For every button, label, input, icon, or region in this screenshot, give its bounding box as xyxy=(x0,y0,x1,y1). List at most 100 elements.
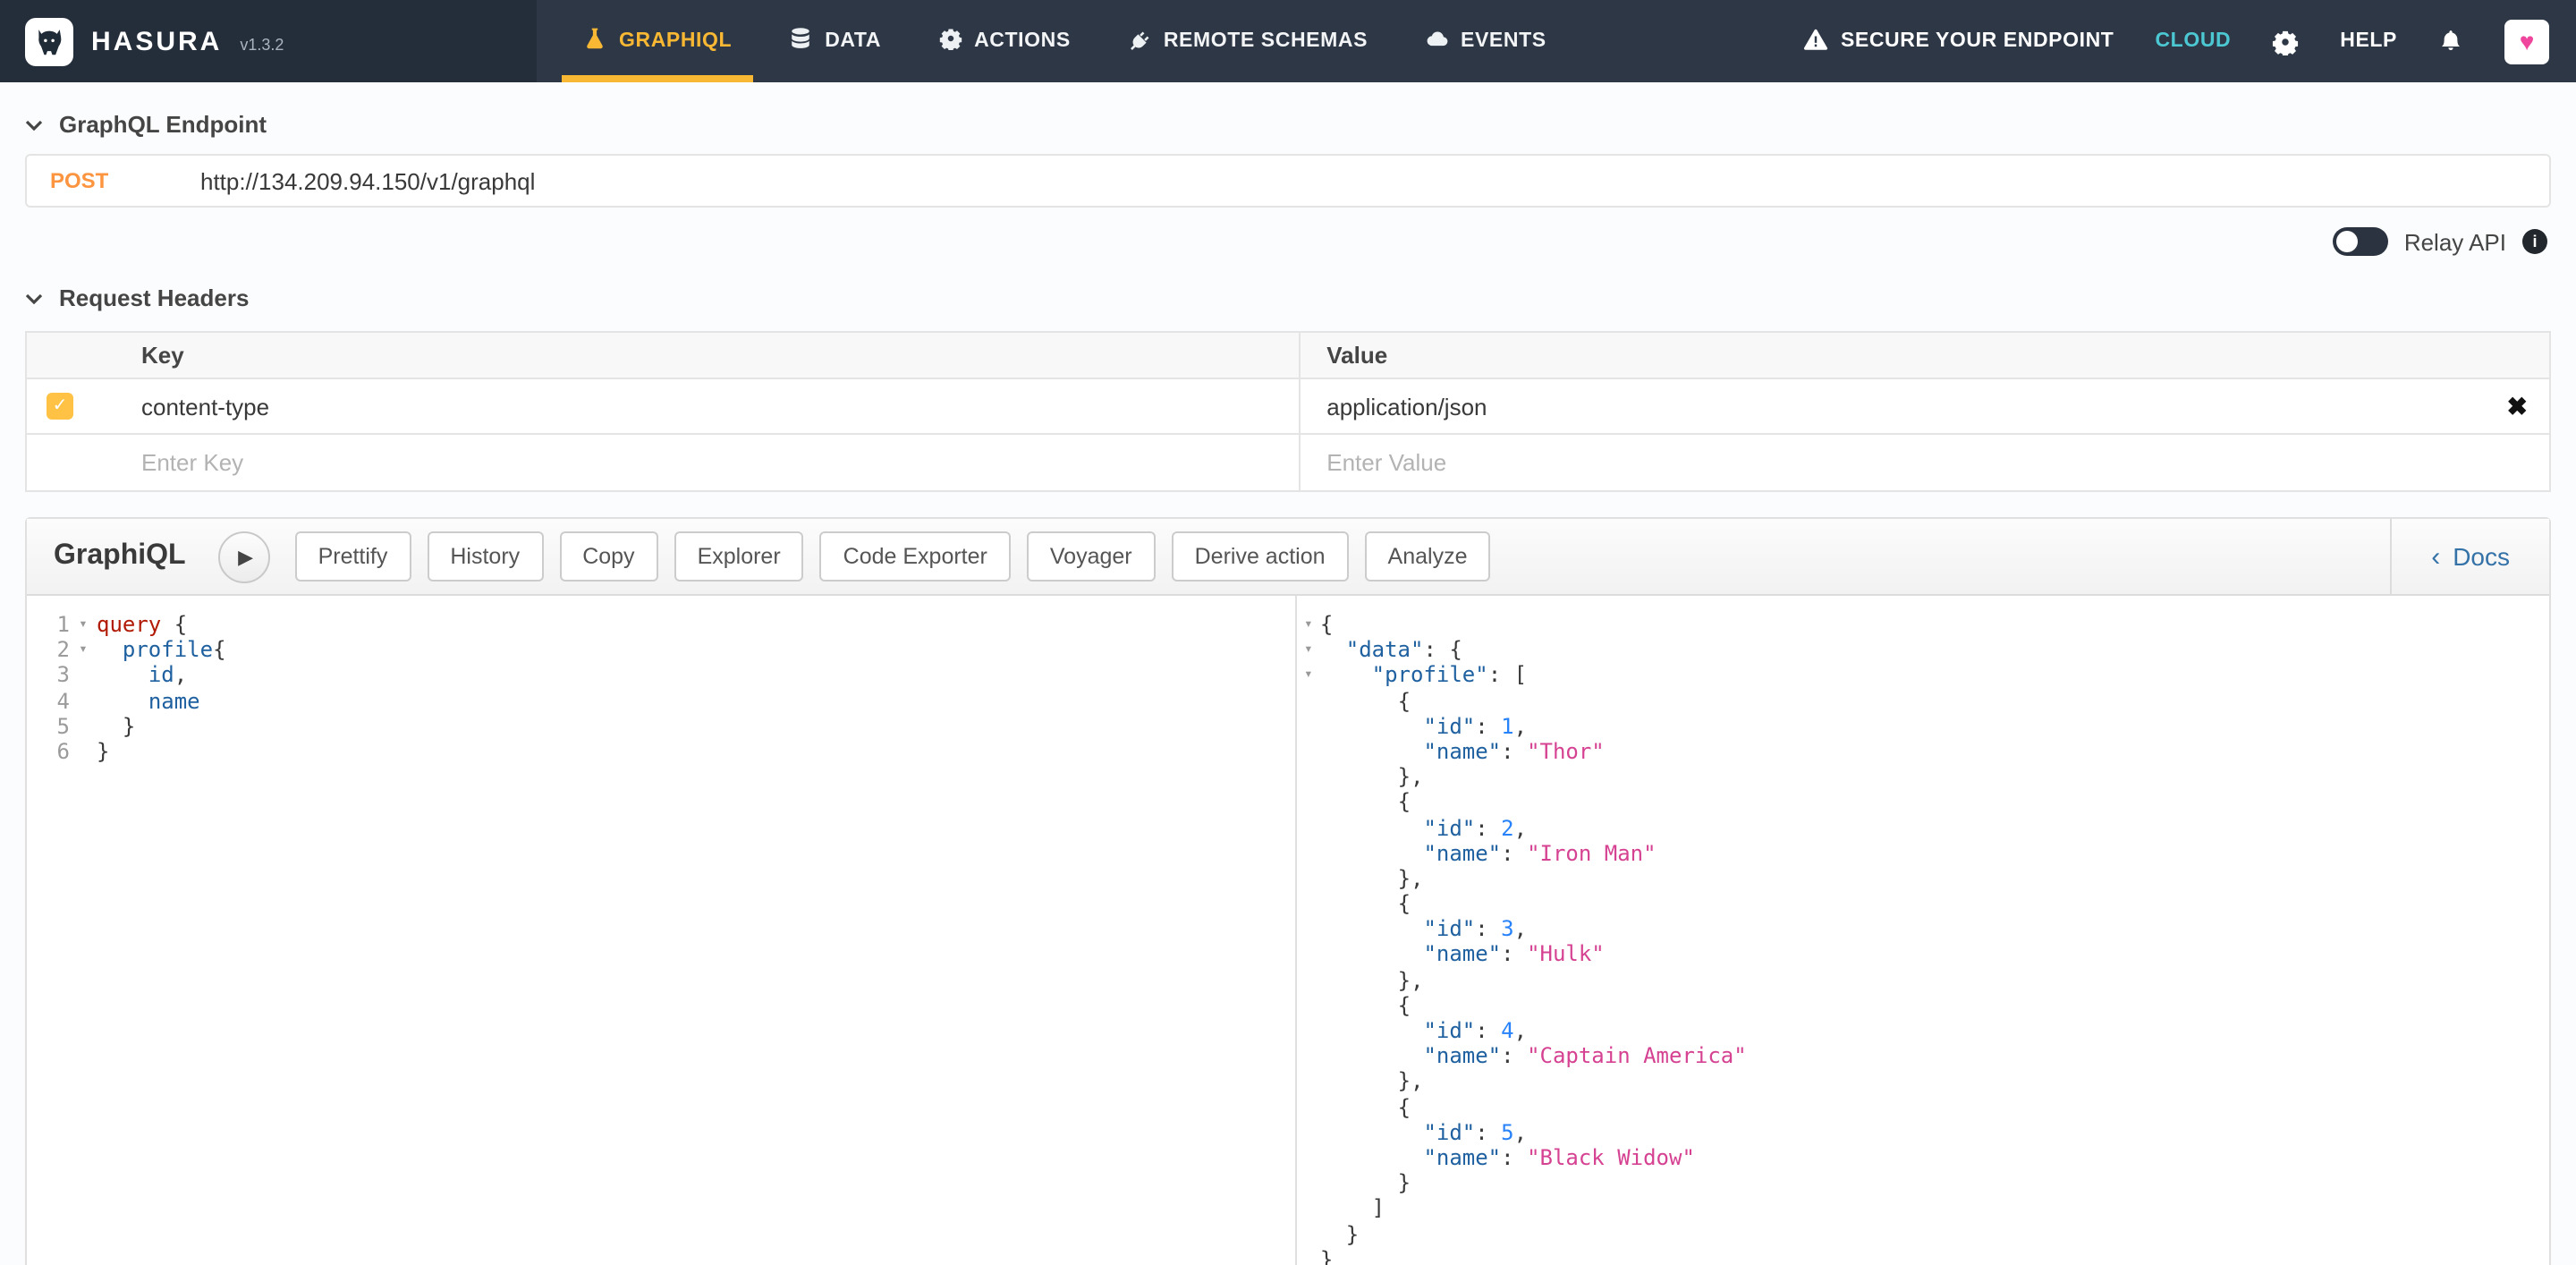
notifications-button[interactable] xyxy=(2438,29,2463,54)
info-icon[interactable]: i xyxy=(2522,229,2547,254)
fold-spacer xyxy=(1297,764,1320,789)
relay-api-toggle[interactable] xyxy=(2333,227,2388,256)
fold-spacer xyxy=(1297,714,1320,739)
nav-item-label: EVENTS xyxy=(1461,30,1546,52)
value-column-label: Value xyxy=(1326,342,1387,369)
fold-spacer xyxy=(1297,790,1320,815)
query-editor-lines: 1▾query {2▾ profile{3 id,4 name5 }6} xyxy=(27,612,1295,764)
fold-arrow-icon[interactable]: ▾ xyxy=(70,612,97,637)
header-key-input[interactable] xyxy=(141,393,1031,420)
key-cell xyxy=(27,435,1298,490)
result-line: }, xyxy=(1297,1069,2549,1094)
remove-header-button[interactable]: ✖ xyxy=(2507,394,2528,419)
result-line: "name": "Captain America" xyxy=(1297,1043,2549,1068)
value-column-header: Value xyxy=(1298,333,2549,378)
header-row-content-type: ✓ ✖ xyxy=(27,379,2549,435)
nav-item-label: GRAPHIQL xyxy=(619,30,732,52)
fold-arrow-icon[interactable]: ▾ xyxy=(70,637,97,662)
query-line: 5 } xyxy=(27,714,1295,739)
nav-item-graphiql[interactable]: GRAPHIQL xyxy=(562,0,753,82)
hasura-logo-icon xyxy=(25,17,73,65)
nav-item-label: ACTIONS xyxy=(974,30,1071,52)
query-line: 4 name xyxy=(27,688,1295,713)
gears-icon xyxy=(938,27,962,55)
result-line: "name": "Thor" xyxy=(1297,739,2549,764)
relay-api-row: Relay API i xyxy=(29,227,2547,256)
fold-spacer xyxy=(1297,993,1320,1018)
toolbar-button-explorer[interactable]: Explorer xyxy=(674,531,804,582)
toolbar-button-code-exporter[interactable]: Code Exporter xyxy=(820,531,1011,582)
love-button[interactable]: ♥ xyxy=(2504,19,2549,64)
fold-spacer xyxy=(70,714,97,739)
chevron-down-icon xyxy=(25,293,43,303)
table-header-row: Key Value xyxy=(27,333,2549,379)
nav-item-events[interactable]: EVENTS xyxy=(1403,0,1568,82)
result-line: "name": "Black Widow" xyxy=(1297,1145,2549,1170)
line-number: 4 xyxy=(27,688,70,713)
nav-item-remote-schemas[interactable]: REMOTE SCHEMAS xyxy=(1106,0,1389,82)
new-header-value-input[interactable] xyxy=(1326,449,2182,476)
headers-section-toggle[interactable]: Request Headers xyxy=(25,284,2551,311)
docs-label: Docs xyxy=(2453,542,2510,571)
fold-spacer xyxy=(1297,1196,1320,1221)
fold-spacer xyxy=(1297,1170,1320,1195)
query-line: 1▾query { xyxy=(27,612,1295,637)
fold-arrow-icon[interactable]: ▾ xyxy=(1297,637,1320,662)
settings-button[interactable] xyxy=(2272,28,2299,55)
secure-endpoint-label: SECURE YOUR ENDPOINT xyxy=(1841,30,2114,52)
result-line: ] xyxy=(1297,1196,2549,1221)
brand[interactable]: HASURA v1.3.2 xyxy=(0,0,537,82)
fold-arrow-icon[interactable]: ▾ xyxy=(1297,612,1320,637)
toolbar-button-history[interactable]: History xyxy=(427,531,543,582)
toolbar-button-derive-action[interactable]: Derive action xyxy=(1172,531,1349,582)
fold-spacer xyxy=(70,688,97,713)
key-column-header: Key xyxy=(27,333,1298,378)
docs-toggle[interactable]: ‹ Docs xyxy=(2390,519,2549,594)
result-line: }, xyxy=(1297,967,2549,992)
line-number: 5 xyxy=(27,714,70,739)
result-line: "id": 4, xyxy=(1297,1018,2549,1043)
result-line: "name": "Iron Man" xyxy=(1297,840,2549,865)
graphiql-panel: GraphiQL ▶ PrettifyHistoryCopyExplorerCo… xyxy=(25,517,2551,1265)
fold-spacer xyxy=(1297,866,1320,891)
nav-item-data[interactable]: DATA xyxy=(767,0,902,82)
main-nav: GRAPHIQL DATA ACTIONS REMOTE SCHEMAS EVE… xyxy=(555,0,1575,82)
toolbar-button-analyze[interactable]: Analyze xyxy=(1365,531,1491,582)
fold-spacer xyxy=(1297,942,1320,967)
endpoint-section-toggle[interactable]: GraphQL Endpoint xyxy=(25,111,2551,138)
fold-arrow-icon[interactable]: ▾ xyxy=(1297,663,1320,688)
new-header-key-input[interactable] xyxy=(141,449,1031,476)
gear-icon xyxy=(2272,28,2299,55)
toolbar-button-copy[interactable]: Copy xyxy=(559,531,657,582)
header-enabled-checkbox[interactable]: ✓ xyxy=(47,393,73,420)
heart-icon: ♥ xyxy=(2520,29,2535,54)
line-number: 1 xyxy=(27,612,70,637)
query-editor[interactable]: 1▾query {2▾ profile{3 id,4 name5 }6} xyxy=(27,596,1297,1265)
headers-section-title: Request Headers xyxy=(59,284,249,311)
line-number: 2 xyxy=(27,637,70,662)
fold-spacer xyxy=(1297,1145,1320,1170)
result-line: "name": "Hulk" xyxy=(1297,942,2549,967)
line-number: 3 xyxy=(27,663,70,688)
result-line: { xyxy=(1297,688,2549,713)
query-line: 3 id, xyxy=(27,663,1295,688)
toolbar-button-voyager[interactable]: Voyager xyxy=(1027,531,1156,582)
fold-spacer xyxy=(1297,739,1320,764)
top-navbar: HASURA v1.3.2 GRAPHIQL DATA ACTIONS REMO… xyxy=(0,0,2576,82)
toolbar-button-prettify[interactable]: Prettify xyxy=(295,531,411,582)
result-line: ▾{ xyxy=(1297,612,2549,637)
execute-query-button[interactable]: ▶ xyxy=(218,531,270,582)
main-content: GraphQL Endpoint POST http://134.209.94.… xyxy=(0,111,2576,1265)
secure-endpoint-link[interactable]: SECURE YOUR ENDPOINT xyxy=(1803,26,2114,56)
help-link[interactable]: HELP xyxy=(2340,30,2397,52)
play-icon: ▶ xyxy=(238,545,253,568)
brand-name: HASURA xyxy=(91,26,222,56)
chevron-down-icon xyxy=(25,119,43,130)
database-icon xyxy=(789,27,812,55)
flask-icon xyxy=(583,27,606,55)
header-value-input[interactable] xyxy=(1326,393,2182,420)
result-line: "id": 3, xyxy=(1297,917,2549,942)
nav-item-actions[interactable]: ACTIONS xyxy=(917,0,1092,82)
cloud-link[interactable]: CLOUD xyxy=(2155,30,2231,52)
result-line: { xyxy=(1297,993,2549,1018)
